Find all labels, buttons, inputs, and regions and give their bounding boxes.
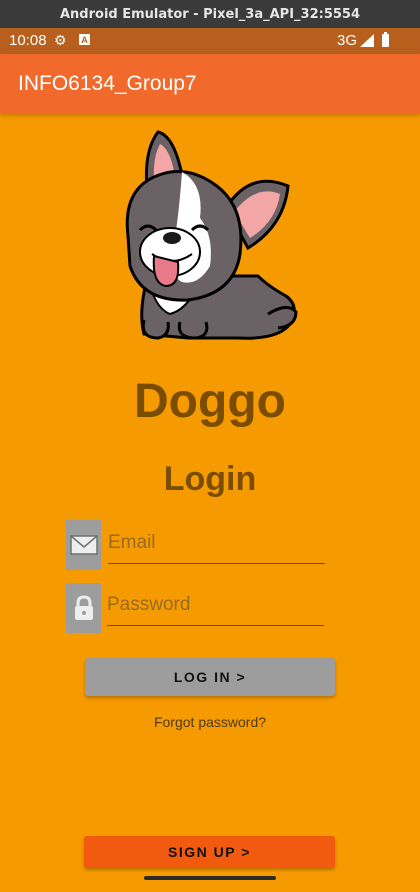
email-field[interactable]	[108, 523, 325, 564]
login-button[interactable]: LOG IN >	[85, 658, 335, 696]
brand-name: Doggo	[134, 375, 286, 428]
app-notification-icon: A	[79, 34, 90, 45]
status-time: 10:08	[9, 32, 47, 49]
dog-logo-image	[125, 130, 298, 340]
signal-icon	[360, 34, 374, 51]
navigation-bar	[0, 872, 420, 892]
forgot-password-link[interactable]: Forgot password?	[0, 714, 420, 730]
login-title: Login	[163, 460, 257, 498]
signup-button[interactable]: SIGN UP >	[84, 836, 335, 868]
app-bar: INFO6134_Group7	[0, 54, 420, 114]
app-title: INFO6134_Group7	[18, 72, 197, 95]
emulator-window: Android Emulator - Pixel_3a_API_32:5554 …	[0, 0, 420, 892]
status-bar: 10:08 ⚙ A 3G	[0, 28, 420, 54]
gesture-handle[interactable]	[144, 876, 276, 880]
emulator-title: Android Emulator - Pixel_3a_API_32:5554	[59, 6, 361, 22]
envelope-icon	[66, 520, 101, 570]
lock-icon	[66, 583, 101, 633]
emulator-titlebar: Android Emulator - Pixel_3a_API_32:5554	[0, 0, 420, 28]
gear-icon: ⚙	[54, 32, 67, 48]
battery-icon	[382, 32, 389, 47]
network-type: 3G	[337, 32, 358, 49]
password-field[interactable]	[107, 585, 324, 626]
